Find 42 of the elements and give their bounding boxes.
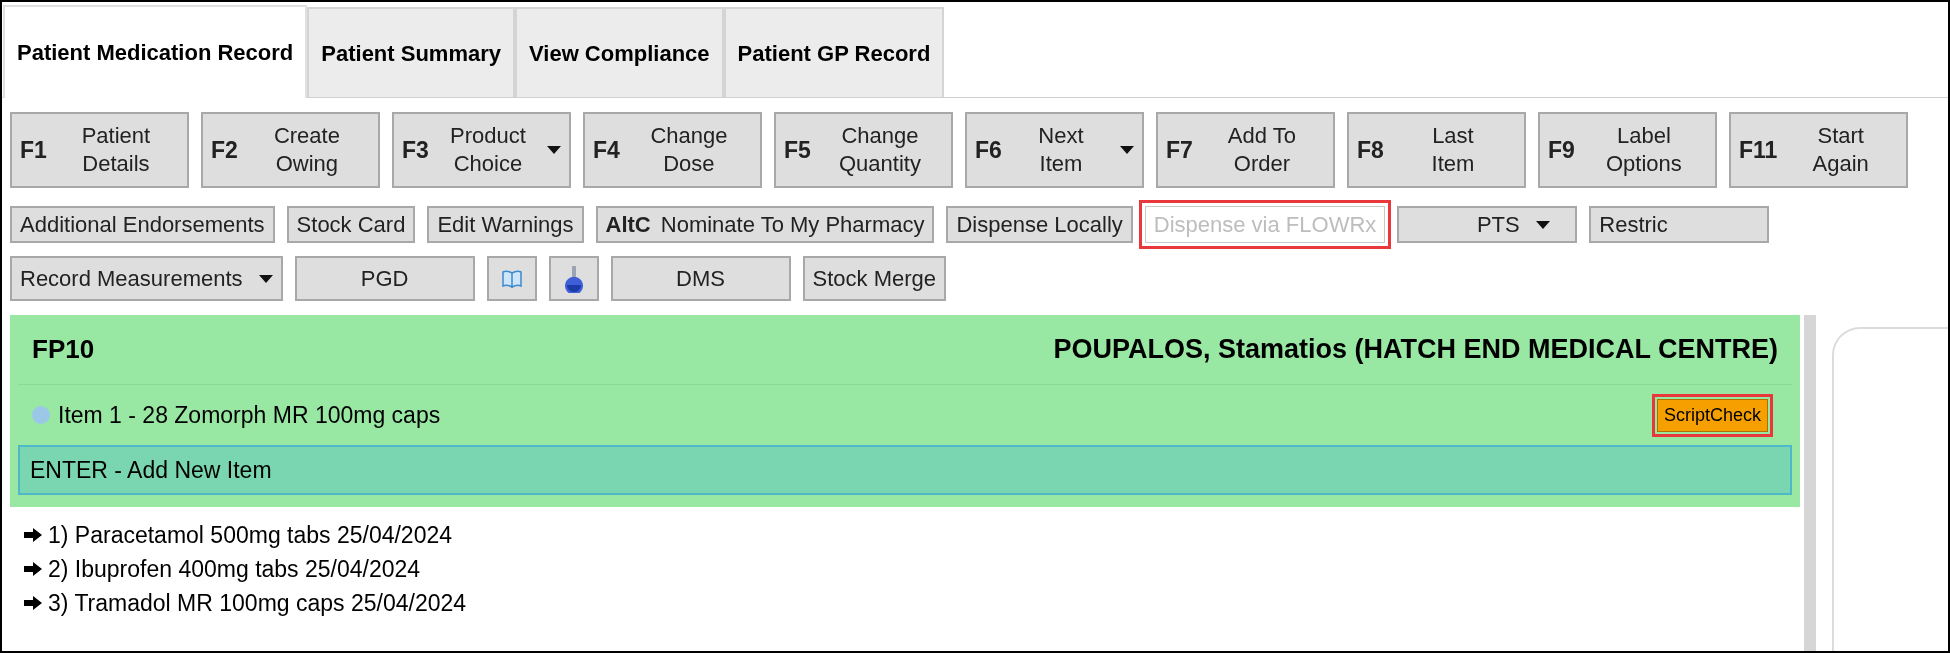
function-key-button[interactable]: F9 Label Options <box>1538 112 1717 188</box>
toolbar-button[interactable]: DMS <box>610 256 791 301</box>
function-key-button[interactable]: F8 Last Item <box>1347 112 1526 188</box>
toolbar-button[interactable]: Restric <box>1589 206 1770 243</box>
toolbar-button[interactable]: Additional Endorsements <box>10 206 275 243</box>
history-item[interactable]: 3) Tramadol MR 100mg caps 25/04/2024 <box>48 589 467 617</box>
caret-icon <box>258 274 273 283</box>
toolbar-button[interactable]: PGD <box>294 256 475 301</box>
patient-name: POUPALOS, Stamatios (HATCH END MEDICAL CENTRE) <box>1053 333 1778 367</box>
function-key-button[interactable]: F2 Create Owing <box>201 112 380 188</box>
tab[interactable]: Patient Summary <box>307 7 515 97</box>
toolbar-button[interactable]: Edit Warnings <box>427 206 584 243</box>
history-item[interactable]: 2) Ibuprofen 400mg tabs 25/04/2024 <box>48 555 421 583</box>
add-item-row[interactable]: ENTER - Add New Item <box>18 445 1792 495</box>
function-key-button[interactable]: F1 Patient Details <box>10 112 189 188</box>
function-key-button[interactable]: F7 Add To Order <box>1156 112 1335 188</box>
caret-icon <box>1535 220 1550 229</box>
flask-button[interactable] <box>548 256 599 301</box>
toolbar-button[interactable]: Stock Card <box>286 206 416 243</box>
function-key-button[interactable]: F11 Start Again <box>1729 112 1908 188</box>
tab[interactable]: View Compliance <box>515 7 724 97</box>
function-key-button[interactable]: F4 Change Dose <box>583 112 762 188</box>
dropdown-button[interactable]: PTS <box>1397 206 1578 243</box>
tab[interactable]: Patient Medication Record <box>3 5 308 98</box>
book-button[interactable] <box>486 256 537 301</box>
book-icon <box>501 269 522 288</box>
form-type: FP10 <box>32 333 95 366</box>
function-key-button[interactable]: F5 Change Quantity <box>774 112 953 188</box>
arrow-icon <box>24 596 42 610</box>
dropdown-button[interactable]: Record Measurements <box>10 256 283 301</box>
item-label[interactable]: Item 1 - 28 Zomorph MR 100mg caps <box>58 397 1649 433</box>
flask-icon <box>563 264 584 293</box>
caret-icon <box>1120 146 1134 154</box>
history-item[interactable]: 1) Paracetamol 500mg tabs 25/04/2024 <box>48 521 453 549</box>
arrow-icon <box>24 562 42 576</box>
function-key-button[interactable]: F6 Next Item <box>965 112 1144 188</box>
tab[interactable]: Patient GP Record <box>723 7 945 97</box>
toolbar-button[interactable]: AltC Nominate To My Pharmacy <box>595 206 935 243</box>
toolbar-button[interactable]: Dispense Locally <box>946 206 1133 243</box>
arrow-icon <box>24 528 42 542</box>
caret-icon <box>547 146 561 154</box>
toolbar-button[interactable]: Stock Merge <box>802 256 947 301</box>
